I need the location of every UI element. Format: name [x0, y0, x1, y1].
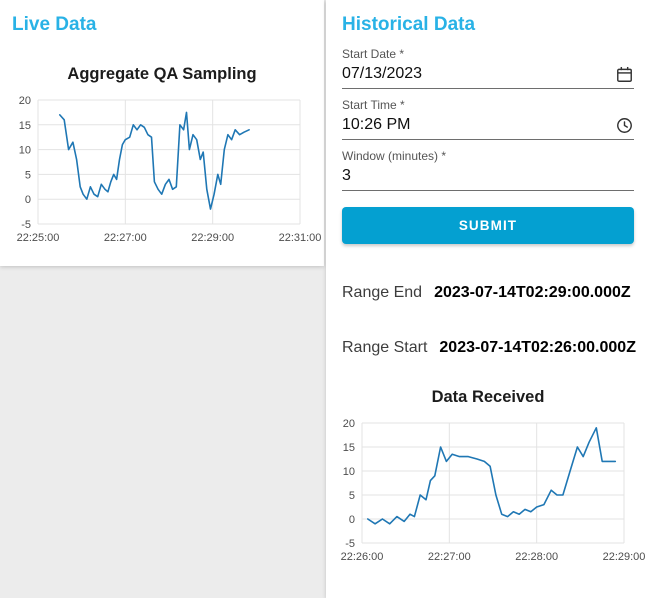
- svg-text:0: 0: [349, 514, 355, 526]
- aggregate-qa-chart: -5 0 5 10 15 20 22:25:00 22:27:00 22:29:00 22:31:…: [8, 92, 322, 248]
- window-minutes-row: [342, 166, 634, 186]
- svg-text:0: 0: [25, 194, 31, 206]
- start-date-row: [342, 64, 634, 84]
- svg-text:20: 20: [19, 95, 31, 107]
- data-received-chart-title: Data Received: [431, 388, 545, 406]
- svg-text:22:29:00: 22:29:00: [603, 551, 646, 563]
- range-end-value: 2023-07-14T02:29:00.000Z: [434, 284, 631, 301]
- start-date-label: Start Date *: [342, 47, 405, 61]
- submit-button[interactable]: SUBMIT: [342, 207, 634, 244]
- svg-text:22:28:00: 22:28:00: [515, 551, 558, 563]
- window-minutes-field: Window (minutes) *: [342, 150, 634, 191]
- svg-text:5: 5: [25, 169, 31, 181]
- svg-text:15: 15: [343, 442, 355, 454]
- svg-text:20: 20: [343, 418, 355, 430]
- live-data-panel: Live Data Aggregate QA Sampling -5 0 5 10 15…: [0, 0, 324, 266]
- svg-text:10: 10: [343, 466, 355, 478]
- clock-icon[interactable]: [614, 115, 634, 135]
- start-time-input[interactable]: [342, 116, 614, 134]
- data-received-chart: -5 0 5 10 15 20 22:26:00 22:27:00 22:28:00 22:29:…: [332, 415, 646, 567]
- svg-text:22:31:00: 22:31:00: [279, 232, 322, 244]
- historical-query-form: Start Date * Start Time *: [342, 48, 634, 244]
- window-minutes-input[interactable]: [342, 167, 634, 185]
- range-end-row: Range End 2023-07-14T02:29:00.000Z: [342, 284, 634, 302]
- svg-text:-5: -5: [21, 219, 31, 231]
- aggregate-chart-title: Aggregate QA Sampling: [67, 65, 257, 83]
- range-end-label: Range End: [342, 284, 423, 301]
- window-minutes-label: Window (minutes) *: [342, 149, 447, 163]
- historical-data-panel: Historical Data Start Date * 07/13/2023 …: [326, 0, 650, 598]
- start-date-input[interactable]: [342, 65, 614, 83]
- svg-text:10: 10: [19, 145, 31, 157]
- range-start-label: Range Start: [342, 339, 428, 356]
- svg-text:22:27:00: 22:27:00: [428, 551, 471, 563]
- svg-text:-5: -5: [345, 538, 355, 550]
- start-date-field: Start Date *: [342, 48, 634, 89]
- live-data-heading: Live Data: [12, 14, 97, 35]
- svg-text:22:29:00: 22:29:00: [191, 232, 234, 244]
- calendar-icon[interactable]: [614, 64, 634, 84]
- range-start-value: 2023-07-14T02:26:00.000Z: [439, 339, 636, 356]
- start-time-row: [342, 115, 634, 135]
- svg-text:15: 15: [19, 120, 31, 132]
- svg-text:22:26:00: 22:26:00: [341, 551, 384, 563]
- svg-text:22:25:00: 22:25:00: [17, 232, 60, 244]
- svg-text:5: 5: [349, 490, 355, 502]
- range-start-row: Range Start 2023-07-14T02:26:00.000Z: [342, 339, 636, 357]
- historical-data-heading: Historical Data: [342, 14, 476, 35]
- start-time-field: Start Time *: [342, 99, 634, 140]
- start-time-label: Start Time *: [342, 98, 405, 112]
- svg-text:22:27:00: 22:27:00: [104, 232, 147, 244]
